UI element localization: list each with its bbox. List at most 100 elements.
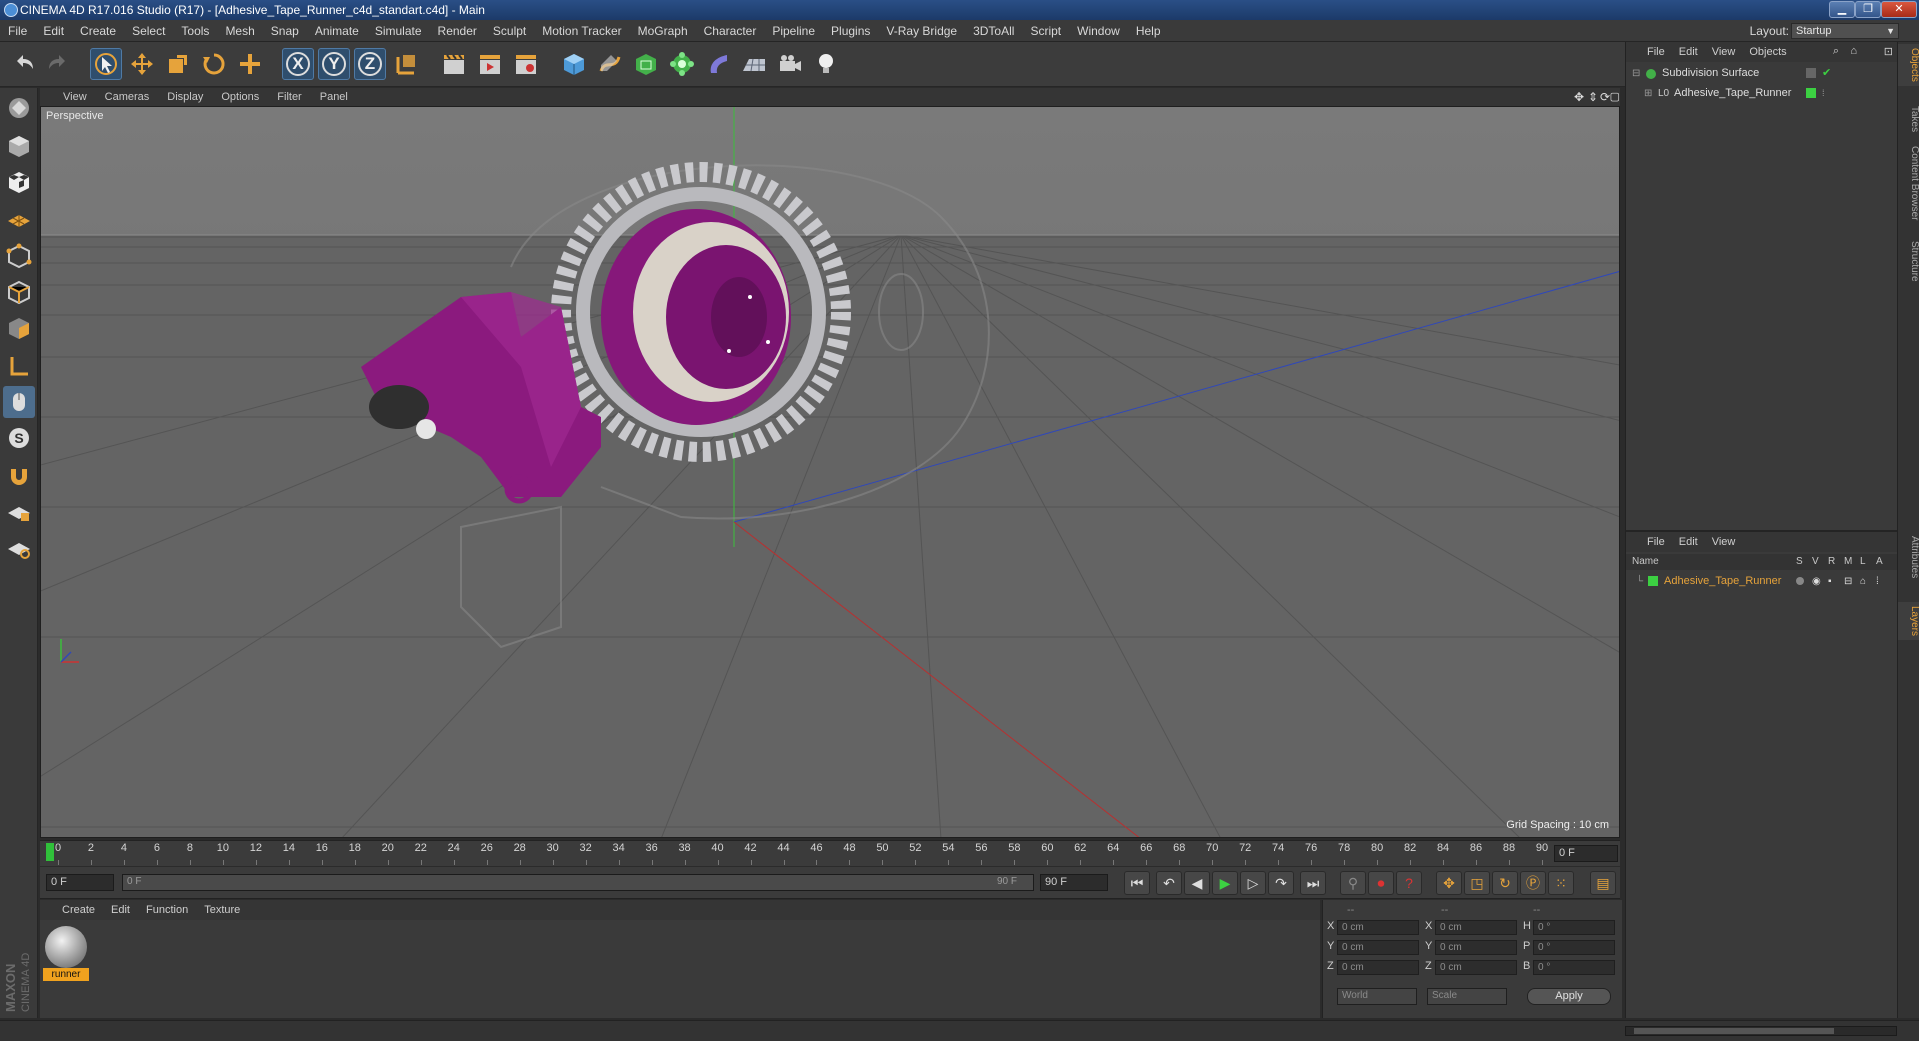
previous-key-button[interactable]: ↶ (1156, 871, 1182, 895)
coord-rot-h-field[interactable]: 0 ° (1533, 920, 1615, 935)
layer-col-solo[interactable]: S (1796, 554, 1803, 570)
key-parameter-button[interactable]: Ⓟ (1520, 871, 1546, 895)
viewport-menu-panel[interactable]: Panel (311, 88, 357, 106)
coordinate-system-button[interactable] (390, 48, 422, 80)
home-icon[interactable]: ⌂ (1850, 45, 1857, 57)
menu-snap[interactable]: Snap (263, 20, 307, 42)
tab-content-browser[interactable]: Content Browser (1898, 142, 1919, 224)
menu-create[interactable]: Create (72, 20, 124, 42)
menu-mesh[interactable]: Mesh (217, 20, 262, 42)
model-mode-button[interactable] (3, 130, 35, 162)
key-scale-button[interactable]: ◳ (1464, 871, 1490, 895)
solo-toggle-icon[interactable] (1796, 577, 1804, 585)
rotate-tool-button[interactable] (198, 48, 230, 80)
light-object-button[interactable] (810, 48, 842, 80)
deformer-button[interactable] (702, 48, 734, 80)
perspective-viewport[interactable]: Perspective Grid Spacing : 10 cm (40, 106, 1620, 838)
spline-pen-button[interactable] (594, 48, 626, 80)
menu-animate[interactable]: Animate (307, 20, 367, 42)
edges-mode-button[interactable] (3, 276, 35, 308)
menu-edit[interactable]: Edit (35, 20, 72, 42)
play-forward-button[interactable]: ▶ (1212, 871, 1238, 895)
menu-3dtoall[interactable]: 3DToAll (965, 20, 1022, 42)
object-row-subdivision-surface[interactable]: ⊟ Subdivision Surface ✔ (1626, 64, 1898, 83)
key-pla-button[interactable]: ⁙ (1548, 871, 1574, 895)
menu-help[interactable]: Help (1128, 20, 1169, 42)
coord-size-x-field[interactable]: 0 cm (1435, 920, 1517, 935)
coord-size-z-field[interactable]: 0 cm (1435, 960, 1517, 975)
current-frame-field[interactable]: 0 F (1554, 845, 1618, 862)
frame-range-slider[interactable]: 0 F 90 F (122, 874, 1034, 891)
goto-end-button[interactable]: ⏭ (1300, 871, 1326, 895)
layout-select[interactable]: Startup ▼ (1791, 23, 1899, 39)
undo-button[interactable] (8, 48, 40, 80)
transform-tool-button[interactable] (234, 48, 266, 80)
record-active-button[interactable]: ⏺ (1368, 871, 1394, 895)
key-rotation-button[interactable]: ↻ (1492, 871, 1518, 895)
render-view-button[interactable] (438, 48, 470, 80)
coord-pos-z-field[interactable]: 0 cm (1337, 960, 1419, 975)
layer-swatch[interactable] (1806, 68, 1816, 78)
menu-file[interactable]: File (0, 20, 35, 42)
layer-row-adhesive-tape-runner[interactable]: └ Adhesive_Tape_Runner ◉ ▪ ⊟ ⌂ ⁞ (1626, 572, 1898, 591)
maximize-button[interactable]: ❐ (1855, 1, 1881, 18)
next-frame-button[interactable]: ▷ (1240, 871, 1266, 895)
viewport-menu-options[interactable]: Options (212, 88, 268, 106)
viewport-menu-cameras[interactable]: Cameras (96, 88, 159, 106)
goto-start-button[interactable]: ⏮ (1124, 871, 1150, 895)
layer-col-animation[interactable]: A (1876, 554, 1883, 570)
layer-col-manager[interactable]: M (1844, 554, 1852, 570)
viewport-maximize-icon[interactable]: ▢ (1610, 90, 1620, 103)
objmgr-menu-file[interactable]: File (1640, 42, 1672, 62)
menu-select[interactable]: Select (124, 20, 173, 42)
close-button[interactable]: ✕ (1881, 1, 1917, 18)
playhead-marker[interactable] (46, 843, 54, 861)
objmgr-menu-objects[interactable]: Objects (1742, 42, 1793, 62)
render-picture-viewer-button[interactable] (474, 48, 506, 80)
subdivision-surface-button[interactable] (630, 48, 662, 80)
previous-frame-button[interactable]: ◀ (1184, 871, 1210, 895)
viewport-menu-display[interactable]: Display (158, 88, 212, 106)
coord-pos-y-field[interactable]: 0 cm (1337, 940, 1419, 955)
menu-script[interactable]: Script (1022, 20, 1069, 42)
objmgr-menu-edit[interactable]: Edit (1672, 42, 1705, 62)
cube-object-button[interactable] (558, 48, 590, 80)
timeline-ruler[interactable]: 0 2 4 6 8 10 12 14 16 18 20 22 24 26 28 30 32 34 36 38 40 42 4… (40, 840, 1620, 866)
tab-takes[interactable]: Takes (1898, 102, 1919, 136)
cloner-button[interactable] (666, 48, 698, 80)
viewport-menu-filter[interactable]: Filter (268, 88, 310, 106)
horizontal-scrollbar[interactable] (1625, 1026, 1897, 1036)
layer-color-swatch[interactable] (1648, 576, 1658, 586)
tab-layers[interactable]: Layers (1898, 602, 1919, 641)
layer-color-swatch[interactable] (1806, 88, 1816, 98)
timeline-ticks[interactable]: 0 2 4 6 8 10 12 14 16 18 20 22 24 26 28 30 32 34 36 38 40 42 4… (50, 841, 1550, 867)
render-toggle-icon[interactable]: ▪ (1828, 572, 1832, 591)
layermgr-menu-file[interactable]: File (1640, 532, 1672, 552)
layermgr-menu-view[interactable]: View (1705, 532, 1743, 552)
coord-size-y-field[interactable]: 0 cm (1435, 940, 1517, 955)
y-axis-lock-button[interactable]: Y (318, 48, 350, 80)
tab-attributes[interactable]: Attributes (1898, 532, 1919, 582)
minimize-button[interactable]: ▁ (1829, 1, 1855, 18)
camera-object-button[interactable] (774, 48, 806, 80)
scale-tool-button[interactable] (162, 48, 194, 80)
workplane-button[interactable] (3, 202, 35, 234)
locked-workplane-button[interactable] (3, 496, 35, 528)
expand-icon[interactable]: ⊞ (1644, 84, 1652, 103)
tab-structure[interactable]: Structure (1898, 237, 1919, 286)
visibility-dots-icon[interactable]: ⁞ (1822, 84, 1825, 103)
collapse-icon[interactable]: ⊟ (1632, 64, 1640, 83)
polygons-mode-button[interactable] (3, 312, 35, 344)
coord-mode-scale-select[interactable]: Scale (1427, 988, 1507, 1005)
viewport-menu-view[interactable]: View (54, 88, 96, 106)
material-menu-function[interactable]: Function (138, 900, 196, 920)
points-mode-button[interactable] (3, 240, 35, 272)
menu-pipeline[interactable]: Pipeline (764, 20, 823, 42)
new-view-icon[interactable]: ⊡ (1884, 45, 1893, 58)
tab-objects[interactable]: Objects (1898, 44, 1919, 86)
render-settings-button[interactable] (510, 48, 542, 80)
menu-plugins[interactable]: Plugins (823, 20, 878, 42)
planar-workplane-button[interactable] (3, 532, 35, 564)
menu-mograph[interactable]: MoGraph (630, 20, 696, 42)
layer-col-view[interactable]: V (1812, 554, 1819, 570)
